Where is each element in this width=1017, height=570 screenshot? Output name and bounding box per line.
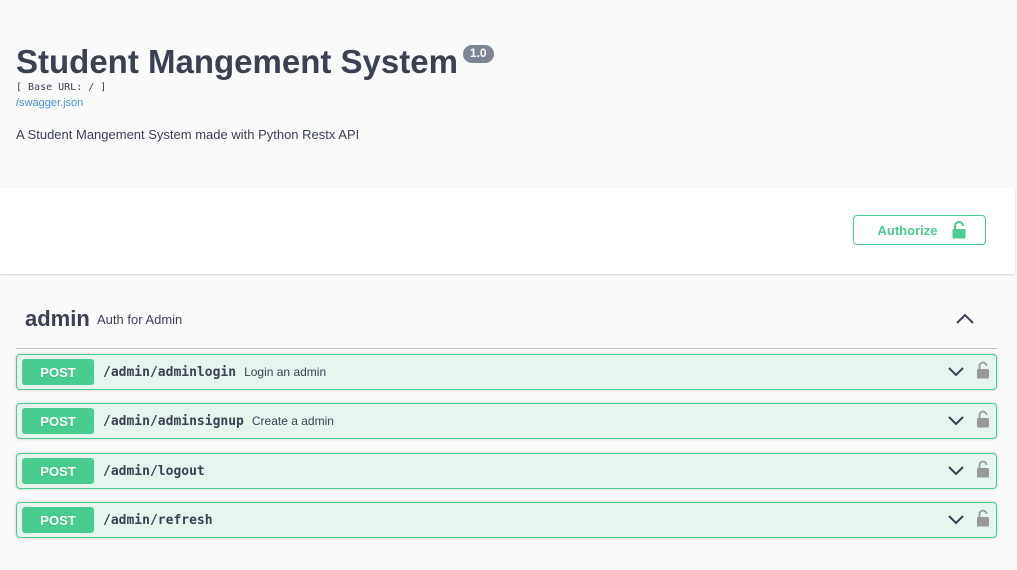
operation-path: /admin/adminlogin Login an admin [103,365,326,380]
path-text: /admin/logout [103,464,205,479]
operation-path: /admin/adminsignup Create a admin [103,414,334,429]
api-info: Student Mangement System 1.0 [ Base URL:… [0,0,1017,188]
tag-description: Auth for Admin [97,312,183,327]
authorize-label: Authorize [877,222,938,238]
unlocked-padlock-icon [952,221,966,239]
path-text: /admin/adminlogin [103,365,237,380]
tag-name: admin [25,306,90,331]
chevron-down-icon[interactable] [947,365,965,379]
path-text: /admin/adminsignup [103,414,244,429]
operation-post-logout[interactable]: POST /admin/logout [16,453,997,489]
operation-path: /admin/refresh [103,513,221,528]
chevron-up-icon[interactable] [954,309,976,329]
chevron-down-icon[interactable] [947,414,965,428]
operation-post-adminlogin[interactable]: POST /admin/adminlogin Login an admin [16,354,997,390]
authorize-button[interactable]: Authorize [853,215,986,245]
path-text: /admin/refresh [103,513,213,528]
method-badge: POST [22,408,94,434]
operation-post-refresh[interactable]: POST /admin/refresh [16,502,997,538]
unlocked-padlock-icon[interactable] [976,410,990,428]
unlocked-padlock-icon[interactable] [976,361,990,379]
title-row: Student Mangement System 1.0 [16,40,494,84]
chevron-down-icon[interactable] [947,464,965,478]
chevron-down-icon[interactable] [947,513,965,527]
page-title: Student Mangement System [16,43,458,80]
operation-summary: Create a admin [251,414,334,428]
operation-post-adminsignup[interactable]: POST /admin/adminsignup Create a admin [16,403,997,439]
operation-path: /admin/logout [103,464,213,479]
base-url: [ Base URL: / ] [16,82,107,93]
api-description: A Student Mangement System made with Pyt… [16,127,360,142]
operation-summary: Login an admin [244,365,327,379]
version-badge: 1.0 [462,45,494,63]
swagger-json-link[interactable]: /swagger.json [16,97,83,109]
scheme-container: Authorize [0,188,1015,274]
method-badge: POST [22,359,94,385]
tag-header-admin[interactable]: admin Auth for Admin [16,296,997,349]
method-badge: POST [22,458,94,484]
method-badge: POST [22,507,94,533]
unlocked-padlock-icon[interactable] [976,509,990,527]
unlocked-padlock-icon[interactable] [976,460,990,478]
